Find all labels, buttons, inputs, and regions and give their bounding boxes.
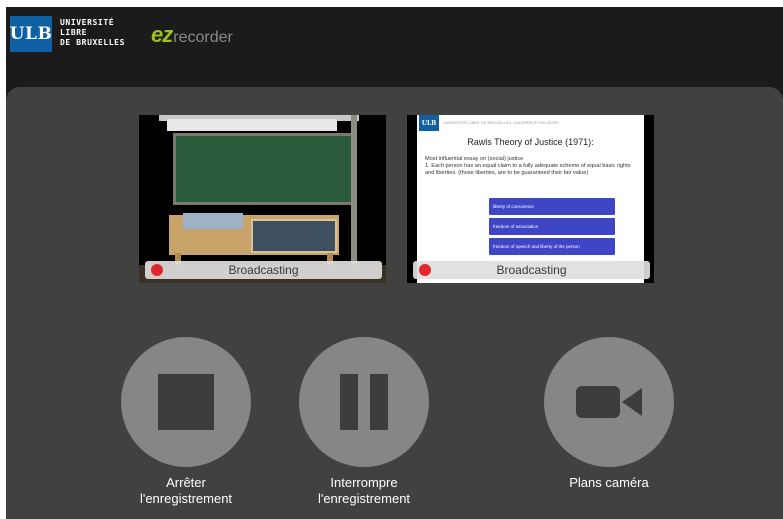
pause-icon <box>340 374 388 430</box>
header-bar: ULB UNIVERSITÉ LIBRE DE BRUXELLES ez rec… <box>6 7 783 67</box>
slide-ulb-logo: ULB <box>419 115 439 131</box>
camera-shots-label: Plans caméra <box>569 475 649 490</box>
slide-box: freedom of association <box>489 218 615 235</box>
slides-feed-status-bar: Broadcasting <box>413 261 650 279</box>
camera-scene-desk-items <box>183 213 243 229</box>
university-line-1: UNIVERSITÉ <box>60 18 115 27</box>
camera-scene-pole <box>351 115 357 283</box>
stop-recording-control: Arrêter l'enregistrement <box>116 337 256 507</box>
pause-icon-bar <box>370 374 388 430</box>
slide-header-line: UNIVERSITÉ LIBRE DE BRUXELLES, UNIVERSIT… <box>443 120 559 125</box>
slide-preview: ULB UNIVERSITÉ LIBRE DE BRUXELLES, UNIVE… <box>417 115 644 283</box>
slide-body-line: 1. Each person has an equal claim to a f… <box>425 163 631 176</box>
video-camera-icon <box>576 386 642 418</box>
camera-shots-button[interactable] <box>544 337 674 467</box>
stop-recording-label: Arrêter l'enregistrement <box>116 475 256 507</box>
recording-panel: Broadcasting ULB UNIVERSITÉ LIBRE DE BRU… <box>6 87 783 519</box>
slide-title: Rawls Theory of Justice (1971): <box>467 137 594 147</box>
camera-feed-status-bar: Broadcasting <box>145 261 382 279</box>
ulb-logo: ULB <box>10 16 52 52</box>
camera-scene-screen <box>167 119 337 131</box>
slide-body: Most influential essay on (social) justi… <box>425 156 635 177</box>
stop-icon <box>158 374 214 430</box>
camera-shots-control: Plans caméra <box>539 337 679 491</box>
slide-box: liberty of conscience <box>489 198 615 215</box>
camera-feed-status: Broadcasting <box>228 263 299 277</box>
ezrecorder-logo-suffix: recorder <box>173 29 233 46</box>
stop-recording-button[interactable] <box>121 337 251 467</box>
ezrecorder-logo-prefix: ez <box>151 22 173 47</box>
university-line-3: DE BRUXELLES <box>60 38 125 47</box>
camera-scene-desk-panel <box>251 219 337 253</box>
pause-recording-label-line-1: Interrompre <box>330 475 398 490</box>
slide-box: freedom of speech and liberty of the per… <box>489 238 615 255</box>
pause-recording-label: Interrompre l'enregistrement <box>294 475 434 507</box>
camera-scene-blackboard <box>173 133 357 205</box>
university-name: UNIVERSITÉ LIBRE DE BRUXELLES <box>60 18 150 48</box>
slide-body-line: Most influential essay on (social) justi… <box>425 156 524 162</box>
recorder-screen: ULB UNIVERSITÉ LIBRE DE BRUXELLES ez rec… <box>6 7 783 519</box>
slides-feed-status: Broadcasting <box>496 263 567 277</box>
pause-recording-control: Interrompre l'enregistrement <box>294 337 434 507</box>
pause-recording-button[interactable] <box>299 337 429 467</box>
slides-feed-preview: ULB UNIVERSITÉ LIBRE DE BRUXELLES, UNIVE… <box>407 115 654 283</box>
stop-recording-label-line-1: Arrêter <box>166 475 206 490</box>
pause-recording-label-line-2: l'enregistrement <box>317 491 411 506</box>
ezrecorder-logo: ez recorder <box>151 22 233 48</box>
pause-icon-bar <box>340 374 358 430</box>
stop-recording-label-line-2: l'enregistrement <box>139 491 233 506</box>
camera-feed-preview: Broadcasting <box>139 115 386 283</box>
university-line-2: LIBRE <box>60 28 88 37</box>
